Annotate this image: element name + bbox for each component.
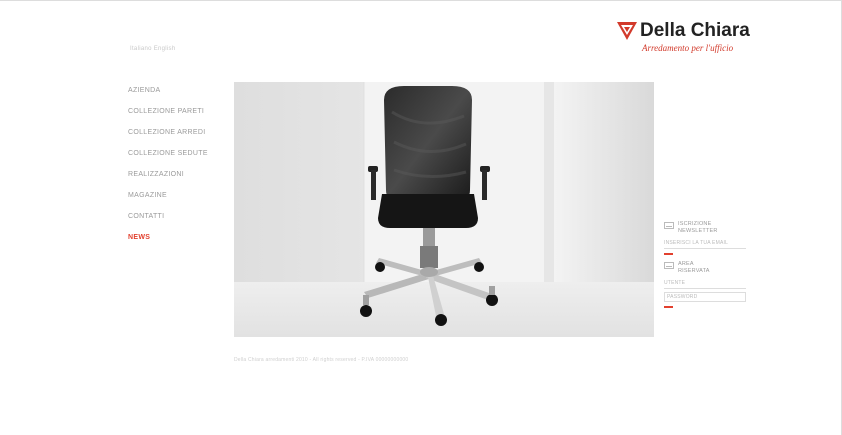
nav-item-collezione-pareti[interactable]: COLLEZIONE PARETI (128, 108, 208, 129)
language-links[interactable]: Italiano English (130, 46, 176, 52)
main-nav: AZIENDA COLLEZIONE PARETI COLLEZIONE ARR… (128, 87, 208, 255)
reserved-label-1: AREA (678, 261, 694, 267)
office-chair-photo (234, 82, 654, 337)
newsletter-label-1: ISCRIZIONE (678, 221, 712, 227)
hero-image (234, 82, 654, 337)
lock-icon (664, 262, 674, 269)
nav-item-realizzazioni[interactable]: REALIZZAZIONI (128, 171, 208, 192)
logo-tagline: Arredamento per l'ufficio (642, 43, 734, 53)
nav-item-collezione-sedute[interactable]: COLLEZIONE SEDUTE (128, 150, 208, 171)
logo-brand: Della Chiara (640, 20, 750, 41)
reserved-area-block[interactable]: AREA RISERVATA (664, 261, 746, 275)
password-field[interactable]: PASSWORD (664, 292, 746, 302)
newsletter-email-field[interactable]: INSERISCI LA TUA EMAIL (664, 238, 746, 249)
logo[interactable]: Della Chiara Arredamento per l'ufficio (616, 19, 756, 59)
reserved-label-2: RISERVATA (678, 268, 710, 274)
newsletter-divider (664, 253, 673, 255)
nav-item-magazine[interactable]: MAGAZINE (128, 192, 208, 213)
logo-mark-icon (617, 22, 637, 40)
sidebar: ISCRIZIONE NEWSLETTER INSERISCI LA TUA E… (664, 221, 746, 308)
nav-item-collezione-arredi[interactable]: COLLEZIONE ARREDI (128, 129, 208, 150)
footer-text: Della Chiara arredamenti 2010 - All righ… (234, 357, 409, 363)
page: Italiano English Della Chiara Arredament… (0, 0, 842, 435)
newsletter-block[interactable]: ISCRIZIONE NEWSLETTER (664, 221, 746, 235)
newsletter-label-2: NEWSLETTER (678, 228, 718, 234)
nav-item-news[interactable]: NEWS (128, 234, 208, 255)
username-field[interactable]: UTENTE (664, 278, 746, 289)
reserved-divider (664, 306, 673, 308)
mail-icon (664, 222, 674, 229)
nav-item-contatti[interactable]: CONTATTI (128, 213, 208, 234)
nav-item-azienda[interactable]: AZIENDA (128, 87, 208, 108)
